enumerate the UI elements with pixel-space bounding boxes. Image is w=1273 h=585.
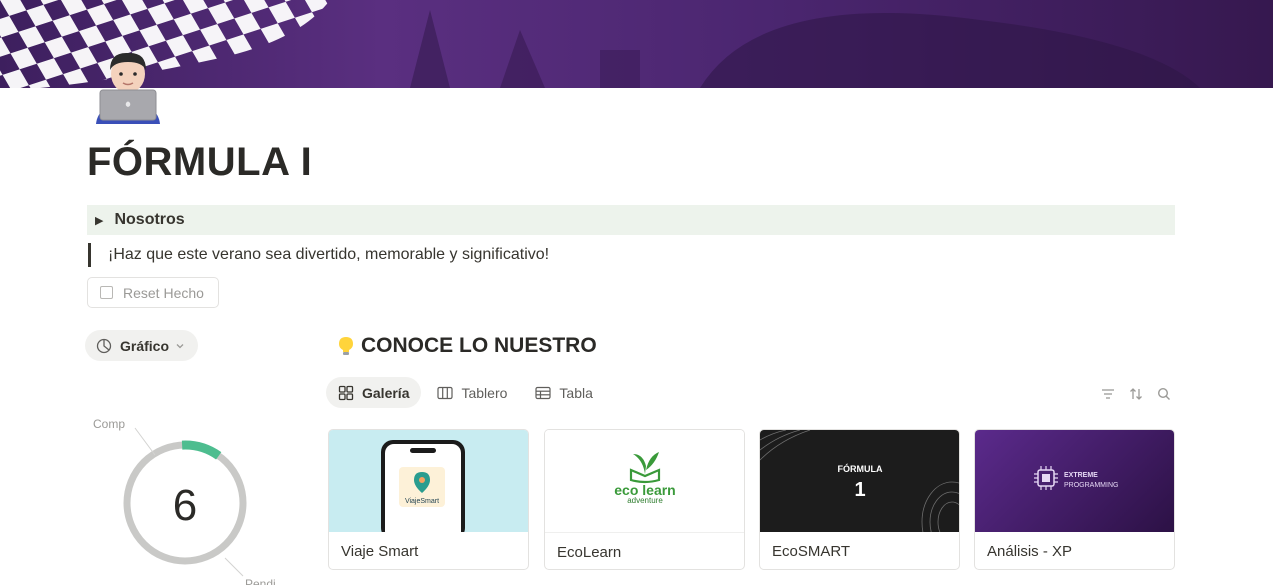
- chart-view-selector[interactable]: Gráfico: [85, 330, 198, 361]
- reset-hecho-label: Reset Hecho: [123, 284, 204, 301]
- xp-cover-text-1: EXTREME: [1064, 472, 1098, 479]
- extreme-programming-cover-image: EXTREME PROGRAMMING: [1034, 466, 1118, 490]
- ecolearn-logo-subtext: adventure: [627, 496, 663, 505]
- card-cover-image: EXTREME PROGRAMMING: [975, 430, 1174, 532]
- donut-chart[interactable]: Comp Pendi 6: [85, 410, 305, 585]
- card-cover-image: ViajeSmart: [329, 430, 528, 532]
- formula-1-cover-image: FÓRMULA 1: [760, 430, 959, 532]
- toggle-triangle-icon[interactable]: ▶: [95, 214, 103, 227]
- chart-center-value: 6: [173, 481, 197, 530]
- donut-segment-comp[interactable]: [181, 440, 222, 460]
- chevron-down-icon: [176, 343, 184, 348]
- search-button[interactable]: [1150, 385, 1178, 403]
- xp-cover-text-2: PROGRAMMING: [1064, 482, 1118, 489]
- section-title: CONOCE LO NUESTRO: [361, 334, 597, 357]
- gallery-icon: [338, 385, 354, 400]
- card-title: EcoLearn: [557, 543, 622, 561]
- toggle-block-nosotros[interactable]: ▶ Nosotros: [87, 205, 1175, 235]
- reset-hecho-button[interactable]: Reset Hecho: [87, 277, 219, 308]
- tab-galeria[interactable]: Galería: [326, 377, 422, 408]
- database-toolbar: [1094, 385, 1178, 403]
- toggle-label: Nosotros: [114, 211, 185, 228]
- card-title: EcoSMART: [772, 542, 851, 560]
- chart-label-pendi: Pendi: [245, 577, 276, 585]
- sort-icon: [1130, 388, 1142, 400]
- section-heading: CONOCE LO NUESTRO: [337, 334, 597, 358]
- lightbulb-icon: [339, 337, 353, 355]
- card-cover-image: eco learn adventure: [545, 430, 744, 533]
- page-cover: [0, 0, 1273, 88]
- board-icon: [437, 386, 454, 399]
- tab-label: Galería: [362, 384, 410, 401]
- phone-mockup-image: ViajeSmart: [381, 440, 465, 532]
- chart-label-comp: Comp: [93, 417, 125, 431]
- label-leader-pendi: [224, 557, 244, 577]
- quote-block: ¡Haz que este verano sea divertido, memo…: [88, 243, 549, 267]
- sort-button[interactable]: [1122, 385, 1150, 403]
- pie-chart-icon: [96, 338, 112, 353]
- label-leader-comp: [134, 427, 156, 456]
- formula-cover-number: 1: [854, 479, 865, 501]
- viajesmart-logo-text: ViajeSmart: [405, 498, 439, 505]
- card-title: Análisis - XP: [987, 542, 1073, 560]
- tab-label: Tablero: [461, 384, 508, 401]
- gallery-card-ecolearn[interactable]: eco learn adventure EcoLearn: [544, 429, 745, 570]
- search-icon: [1157, 387, 1170, 400]
- formula-cover-text: FÓRMULA: [838, 463, 883, 474]
- table-icon: [535, 386, 552, 399]
- tab-tablero[interactable]: Tablero: [425, 377, 519, 408]
- card-cover-image: FÓRMULA 1: [760, 430, 959, 532]
- filter-icon: [1102, 389, 1114, 399]
- database-view-tabs: Galería Tablero Tabla: [326, 377, 609, 408]
- tab-tabla[interactable]: Tabla: [523, 377, 604, 408]
- page-title: FÓRMULA I: [87, 140, 313, 184]
- gallery-card-viaje-smart[interactable]: ViajeSmart Viaje Smart: [328, 429, 529, 570]
- chart-view-label: Gráfico: [120, 337, 170, 354]
- checkbox-icon: [100, 286, 113, 299]
- gallery-card-ecosmart[interactable]: FÓRMULA 1 EcoSMART: [759, 429, 960, 570]
- cover-checkered-flag-image: [0, 0, 1200, 88]
- card-title: Viaje Smart: [341, 542, 419, 560]
- gallery-card-analisis-xp[interactable]: EXTREME PROGRAMMING Análisis - XP: [974, 429, 1175, 570]
- ecolearn-logo-image: eco learn adventure: [614, 452, 676, 505]
- tab-label: Tabla: [559, 384, 593, 401]
- technologist-emoji-icon[interactable]: [92, 48, 164, 124]
- filter-button[interactable]: [1094, 385, 1122, 403]
